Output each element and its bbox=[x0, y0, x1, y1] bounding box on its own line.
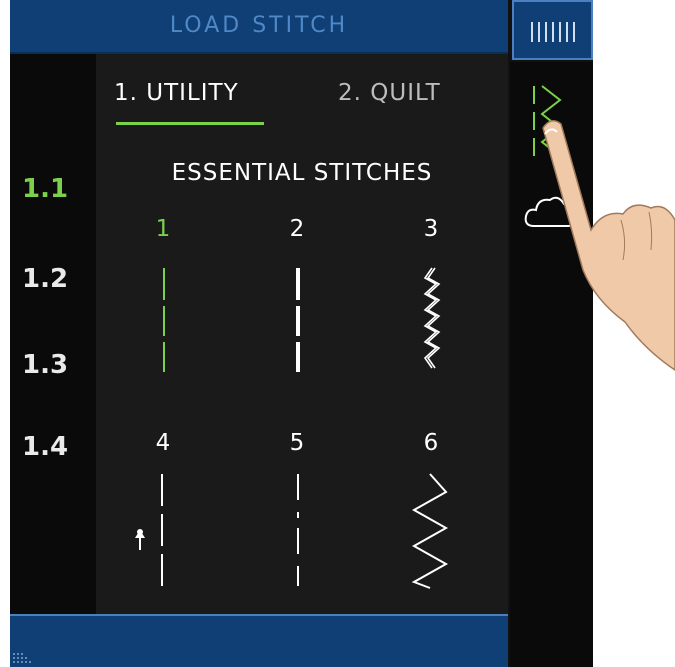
stitch-number-5[interactable]: 5 bbox=[282, 430, 312, 456]
grip-dots-icon bbox=[13, 653, 31, 663]
sidebar-item-1-3[interactable]: 1.3 bbox=[22, 350, 68, 380]
sidebar-item-1-1[interactable]: 1.1 bbox=[22, 174, 68, 204]
sidebar-item-1-2[interactable]: 1.2 bbox=[22, 264, 68, 294]
sidebar-item-1-4[interactable]: 1.4 bbox=[22, 432, 68, 462]
page-title: LOAD STITCH bbox=[169, 13, 349, 38]
tab-quilt[interactable]: 2. QUILT bbox=[338, 80, 441, 106]
stitch-number-3[interactable]: 3 bbox=[416, 216, 446, 242]
stitch-number-4[interactable]: 4 bbox=[148, 430, 178, 456]
section-title: ESSENTIAL STITCHES bbox=[171, 160, 433, 186]
stitch-number-1[interactable]: 1 bbox=[148, 216, 178, 242]
basting-stitch-icon[interactable] bbox=[288, 470, 308, 590]
stitch-number-2[interactable]: 2 bbox=[282, 216, 312, 242]
header-bar: LOAD STITCH bbox=[10, 0, 508, 54]
triple-straight-stitch-icon[interactable] bbox=[288, 264, 308, 374]
active-tab-indicator bbox=[116, 122, 264, 125]
pointing-hand-icon bbox=[542, 120, 675, 371]
footer-right-area bbox=[510, 614, 593, 667]
straight-stitch-left-needle-icon[interactable] bbox=[126, 470, 176, 590]
stitch-panel: 1. UTILITY 2. QUILT ESSENTIAL STITCHES 1… bbox=[96, 54, 508, 614]
sewing-machine-screen: LOAD STITCH 1.1 1.2 1.3 1.4 1. UTILITY 2… bbox=[10, 0, 593, 667]
triple-zigzag-stitch-icon[interactable] bbox=[416, 264, 446, 374]
stitch-menu-toggle-button[interactable] bbox=[512, 0, 593, 60]
tab-utility[interactable]: 1. UTILITY bbox=[114, 80, 239, 106]
footer-bar bbox=[10, 614, 508, 667]
stitch-number-6[interactable]: 6 bbox=[416, 430, 446, 456]
subcategory-sidebar: 1.1 1.2 1.3 1.4 bbox=[10, 54, 96, 614]
stitch-menu-icon bbox=[531, 22, 575, 42]
zigzag-stitch-icon[interactable] bbox=[406, 470, 456, 590]
straight-stitch-icon[interactable] bbox=[154, 264, 174, 374]
